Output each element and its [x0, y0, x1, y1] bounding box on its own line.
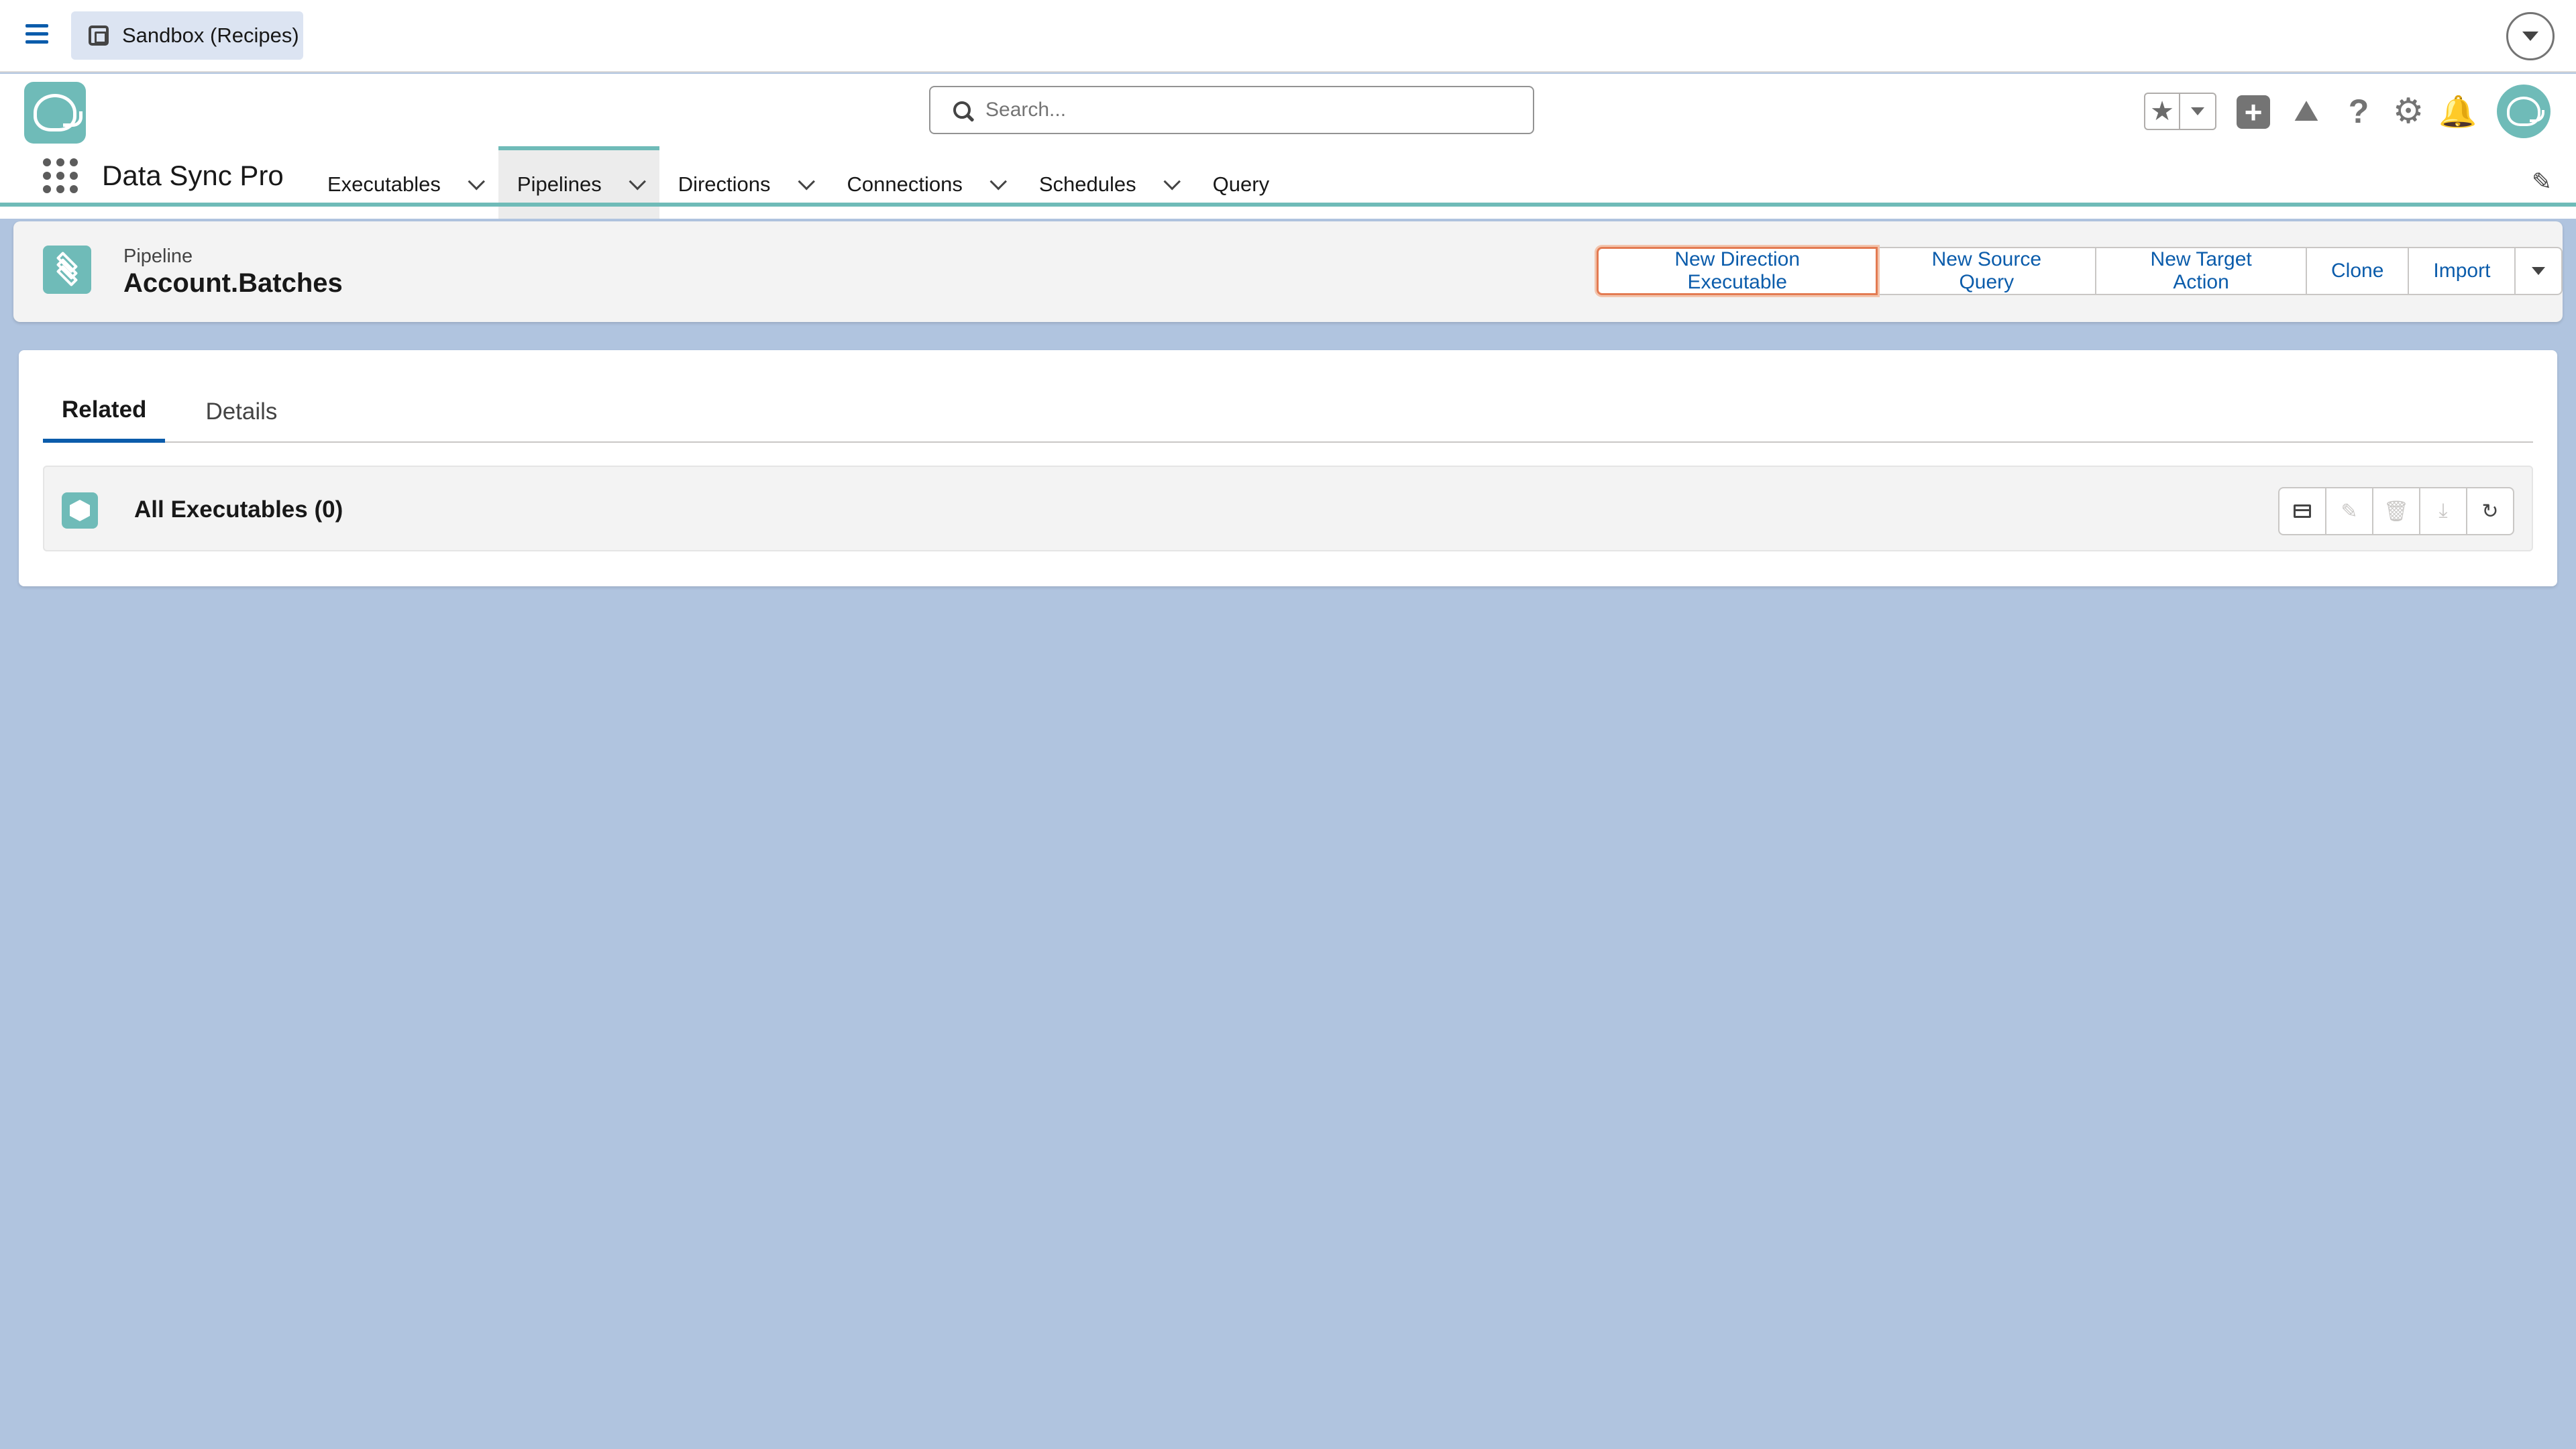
nav-item-label: Schedules	[1038, 172, 1136, 196]
nav-item-executables[interactable]: Executables	[309, 146, 498, 219]
related-list-actions: ✎ 🗑 ⤓ ↻	[2278, 487, 2514, 535]
edit-nav-pencil-icon[interactable]: ✎	[2532, 168, 2552, 196]
chevron-down-icon[interactable]	[1163, 173, 1181, 191]
trailhead-icon[interactable]: ⛰	[2286, 91, 2326, 131]
global-search[interactable]	[929, 86, 1534, 134]
chevron-down-icon	[2532, 267, 2546, 275]
nav-item-query[interactable]: Query	[1194, 146, 1288, 219]
nav-item-connections[interactable]: Connections	[828, 146, 1020, 219]
record-tabs: Related Details	[43, 381, 2533, 443]
header-accent-bar	[0, 203, 2576, 207]
new-source-query-button[interactable]: New Source Query	[1876, 247, 2097, 295]
download-icon: ⤓	[2438, 500, 2448, 522]
pencil-icon: ✎	[2341, 500, 2358, 523]
sandbox-icon	[89, 25, 109, 46]
delete-button[interactable]: 🗑	[2372, 487, 2420, 535]
search-input[interactable]	[985, 99, 1509, 121]
new-direction-executable-button[interactable]: New Direction Executable	[1597, 247, 1878, 295]
nav-item-pipelines[interactable]: Pipelines	[498, 146, 659, 219]
tab-details[interactable]: Details	[186, 381, 296, 443]
nav-item-label: Connections	[847, 172, 963, 196]
tab-related[interactable]: Related	[43, 381, 166, 443]
favorites-button-group: ★	[2144, 93, 2216, 130]
download-button[interactable]: ⤓	[2419, 487, 2467, 535]
avatar[interactable]	[2497, 85, 2551, 138]
hexagon-icon	[62, 492, 98, 529]
pipeline-layers-icon	[43, 246, 91, 294]
record-type: Pipeline	[123, 246, 193, 267]
sandbox-bar: Sandbox (Recipes)	[0, 0, 2576, 72]
global-create-icon[interactable]: +	[2237, 95, 2270, 129]
more-actions-button[interactable]	[2514, 247, 2563, 295]
star-icon[interactable]: ★	[2145, 94, 2180, 129]
content-card: Related Details All Executables (0) ✎ 🗑 …	[19, 350, 2557, 586]
sandbox-dropdown-button[interactable]	[2506, 12, 2555, 60]
import-button[interactable]: Import	[2408, 247, 2516, 295]
favorites-dropdown[interactable]	[2180, 107, 2215, 115]
sandbox-chip[interactable]: Sandbox (Recipes)	[71, 11, 303, 60]
refresh-button[interactable]: ↻	[2466, 487, 2514, 535]
chevron-down-icon[interactable]	[629, 173, 646, 191]
app-launcher-icon[interactable]	[43, 158, 78, 193]
nav-bar: Executables Pipelines Directions Connect…	[309, 146, 1288, 219]
nav-item-label: Pipelines	[517, 172, 602, 196]
refresh-icon: ↻	[2481, 500, 2499, 523]
search-icon	[953, 101, 971, 119]
help-icon[interactable]: ?	[2340, 91, 2377, 131]
related-list-title[interactable]: All Executables (0)	[134, 496, 343, 523]
gear-icon[interactable]: ⚙	[2388, 91, 2428, 131]
chevron-down-icon[interactable]	[798, 173, 815, 191]
avatar-logo-icon	[2507, 97, 2544, 126]
nav-item-label: Directions	[678, 172, 771, 196]
table-icon	[2294, 504, 2311, 518]
new-target-action-button[interactable]: New Target Action	[2095, 247, 2307, 295]
record-actions: New Direction Executable New Source Quer…	[1597, 247, 2563, 295]
related-list-all-executables: All Executables (0) ✎ 🗑 ⤓ ↻	[43, 466, 2533, 551]
trash-icon: 🗑	[2383, 500, 2410, 523]
sandbox-label: Sandbox (Recipes)	[122, 23, 299, 47]
org-logo	[24, 82, 86, 144]
record-header: Pipeline Account.Batches New Direction E…	[13, 221, 2563, 322]
nav-item-schedules[interactable]: Schedules	[1020, 146, 1194, 219]
menu-icon[interactable]	[25, 24, 48, 47]
nav-item-directions[interactable]: Directions	[659, 146, 828, 219]
bell-icon[interactable]: 🔔	[2438, 91, 2478, 131]
nav-item-label: Executables	[327, 172, 441, 196]
global-header: ★ + ⛰ ? ⚙ 🔔 Data Sync Pro Executables Pi…	[0, 74, 2576, 219]
elephant-logo-icon	[34, 94, 83, 131]
edit-button[interactable]: ✎	[2325, 487, 2373, 535]
app-name: Data Sync Pro	[102, 160, 284, 191]
table-view-button[interactable]	[2278, 487, 2326, 535]
clone-button[interactable]: Clone	[2306, 247, 2410, 295]
nav-item-label: Query	[1212, 172, 1270, 196]
chevron-down-icon[interactable]	[989, 173, 1007, 191]
record-title: Account.Batches	[123, 268, 343, 298]
chevron-down-icon[interactable]	[468, 173, 485, 191]
chevron-down-icon	[2522, 32, 2538, 41]
chevron-down-icon	[2191, 107, 2204, 115]
